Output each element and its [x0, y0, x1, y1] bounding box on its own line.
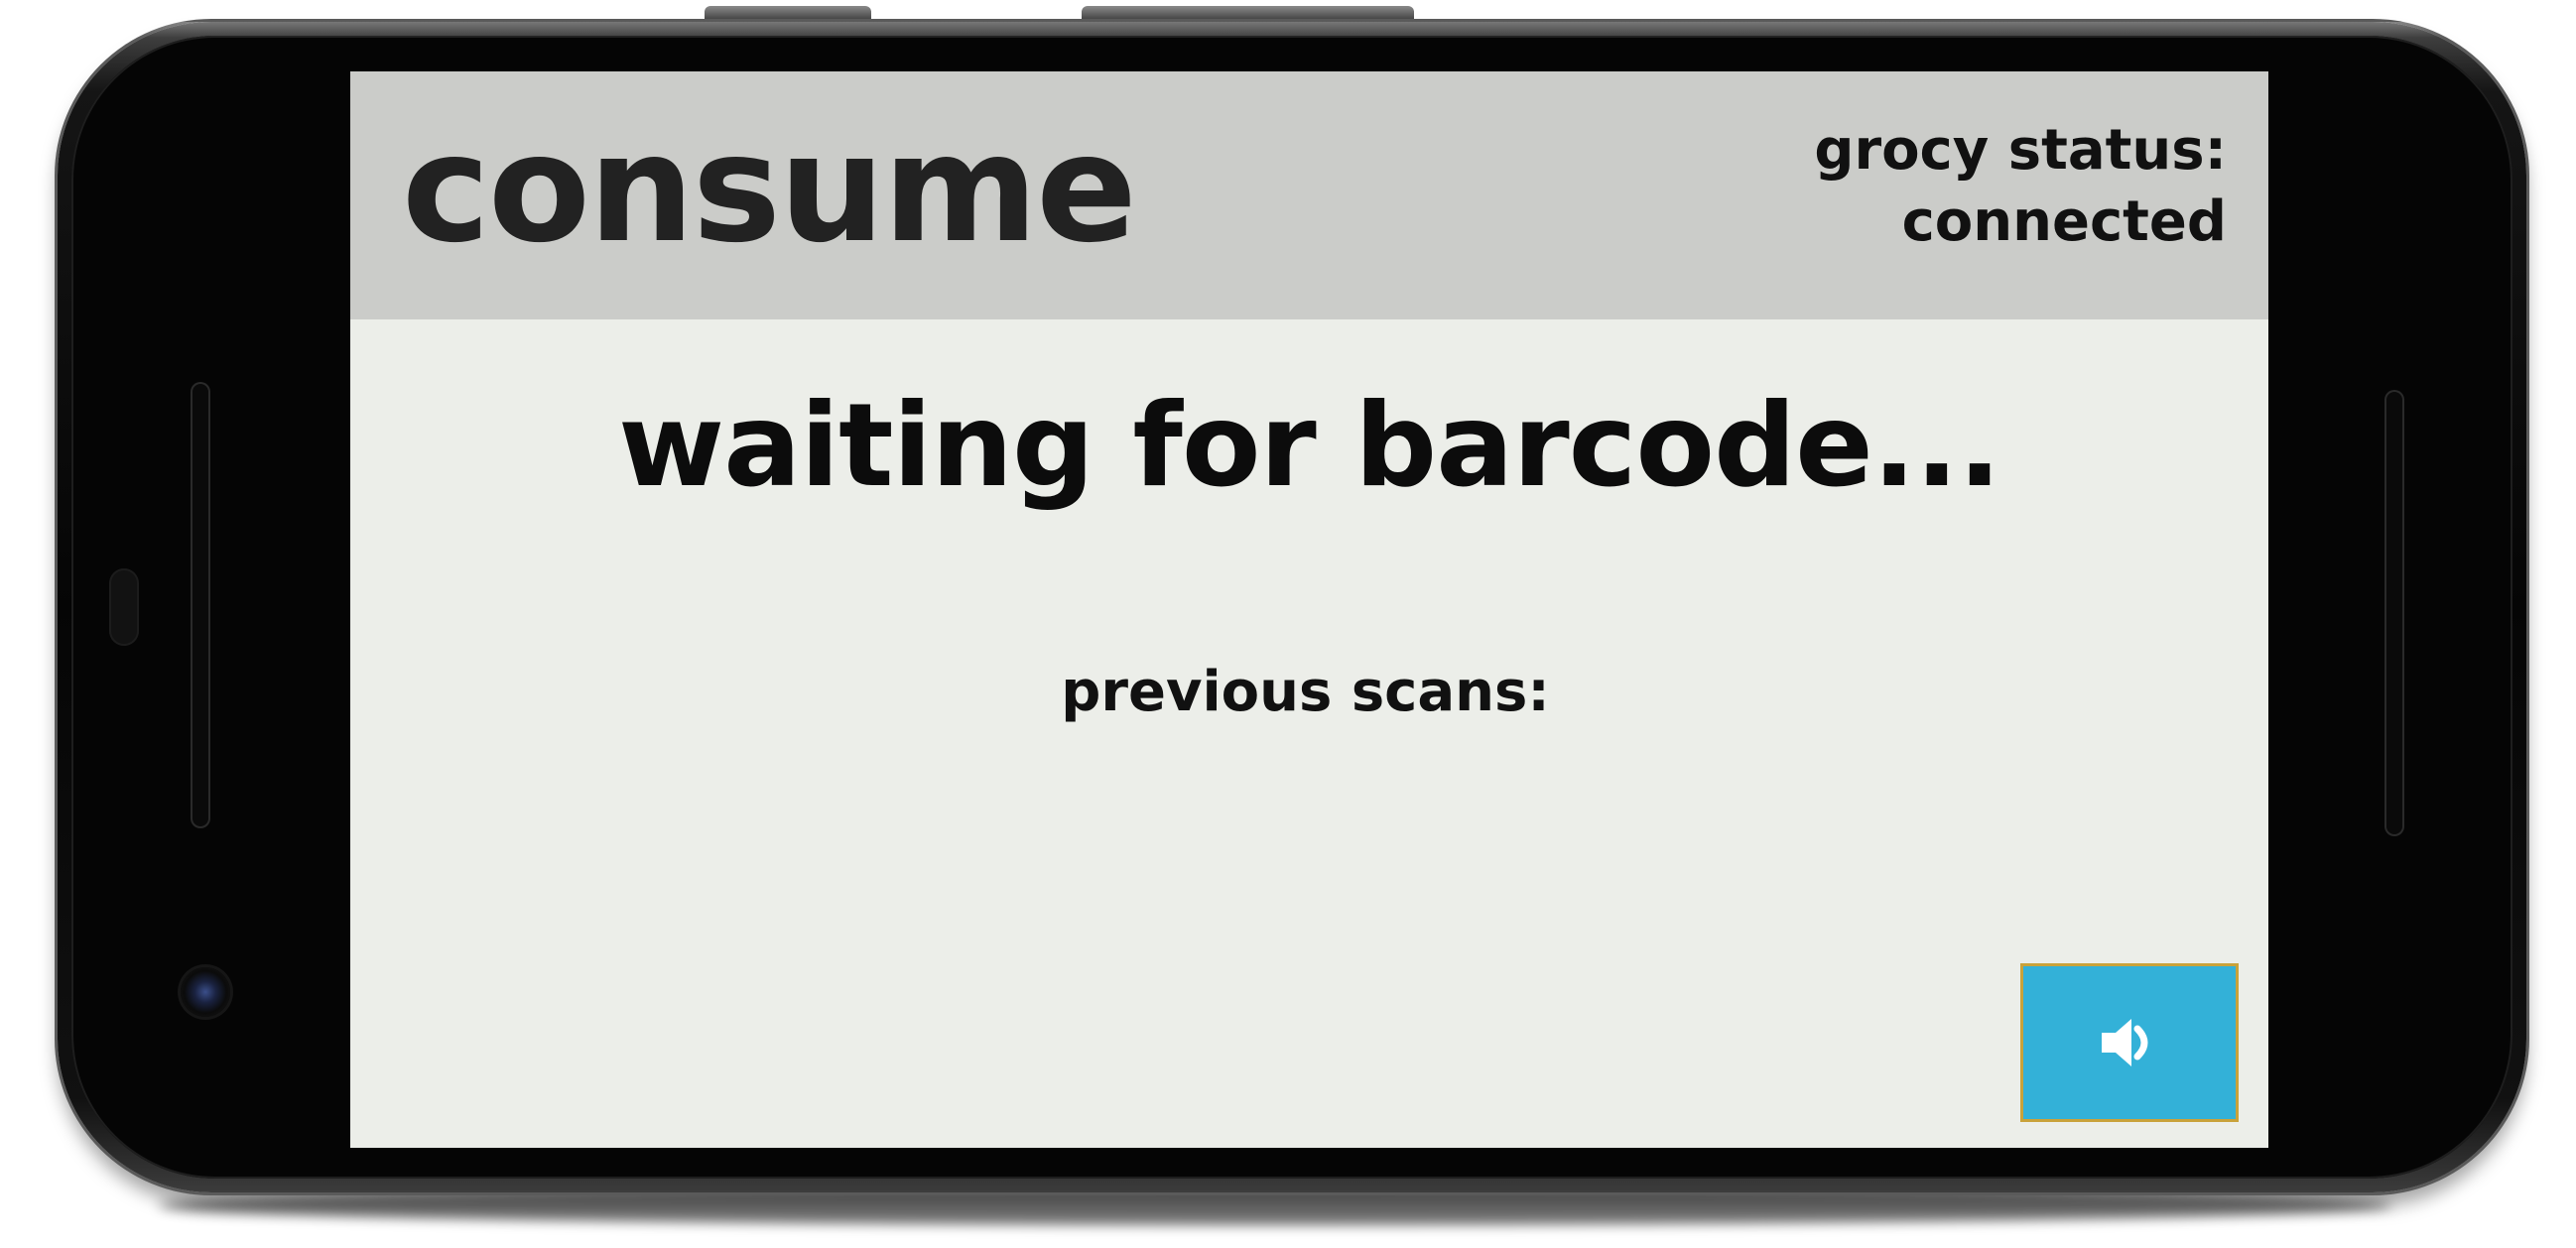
grocy-status: grocy status: connected	[1814, 115, 2227, 258]
mode-title: consume	[402, 103, 1137, 276]
waiting-message: waiting for barcode...	[617, 379, 2001, 513]
front-camera-icon	[181, 967, 230, 1017]
speaker-grille-left	[191, 382, 210, 828]
header-bar: consume grocy status: connected	[350, 71, 2268, 319]
sound-toggle-button[interactable]	[2020, 963, 2239, 1122]
proximity-sensor	[109, 568, 139, 646]
status-value: connected	[1901, 189, 2227, 254]
speaker-grille-right	[2384, 390, 2404, 836]
power-button	[1082, 6, 1414, 22]
status-label: grocy status:	[1814, 118, 2227, 183]
volume-button	[705, 6, 871, 22]
previous-scans-list	[648, 746, 1938, 1004]
speaker-volume-icon	[2098, 1013, 2161, 1072]
previous-scans-heading: previous scans:	[1061, 660, 1550, 724]
app-screen: consume grocy status: connected waiting …	[350, 71, 2268, 1148]
